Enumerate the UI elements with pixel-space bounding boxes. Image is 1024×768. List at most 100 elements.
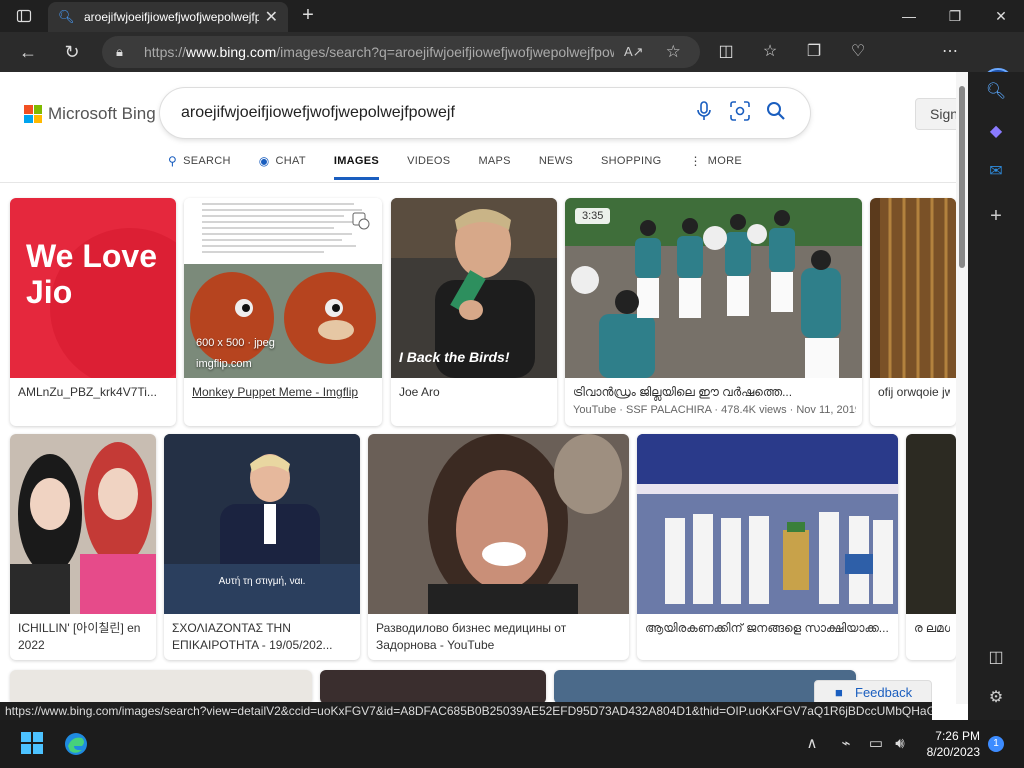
restore-icon[interactable]: ❐ (932, 0, 978, 32)
image-result-card[interactable]: ര ലമഗ (906, 434, 956, 660)
toolbar: ← ↻ 🔒︎ https://www.bing.com/images/searc… (0, 32, 1024, 100)
search-icon[interactable]: 🔍︎ (982, 78, 1010, 106)
result-video-thumbnail[interactable] (368, 434, 629, 614)
result-caption[interactable]: AMLnZu_PBZ_krk4V7Ti... (18, 384, 170, 401)
video-result-card[interactable]: 3:35 ട്രിവാൻഡ്രം ജില്ലയിലെ ഈ വർഷത്തെ... … (565, 198, 862, 426)
result-caption[interactable]: ആയിരകണക്കിന് ജനങ്ങളെ സാക്ഷിയാക്ക... (645, 620, 892, 637)
search-input[interactable]: aroejifwjoeifjiowefjwofjwepolwejfpowejf (181, 104, 686, 122)
collections-icon[interactable]: ❐ (798, 36, 830, 68)
image-result-card[interactable] (320, 670, 546, 704)
video-result-card[interactable]: Αυτή τη στιγμή, ναι. ΣΧΟΛΙΑΖΟΝΤΑΣ ΤΗΝ ΕΠ… (164, 434, 360, 660)
search-submit-icon[interactable] (758, 101, 794, 126)
logo-text: Microsoft Bing (48, 104, 156, 123)
tab-news[interactable]: NEWS (539, 150, 573, 180)
display-icon[interactable]: ▭ (864, 732, 888, 756)
tab-maps[interactable]: MAPS (478, 150, 510, 180)
sidebar-toggle-icon[interactable]: ◫ (982, 644, 1010, 672)
tab-chat[interactable]: ◉ CHAT (259, 150, 306, 180)
video-subtitle: Αυτή τη στιγμή, ναι. (218, 576, 306, 587)
read-aloud-icon[interactable]: A↗ (624, 44, 644, 60)
edge-taskbar-icon[interactable] (64, 732, 88, 756)
bing-logo[interactable]: Microsoft Bing (24, 104, 156, 124)
page-scrollbar[interactable] (956, 72, 968, 704)
scrollbar-thumb[interactable] (959, 86, 965, 268)
close-tab-icon[interactable]: ✕ (265, 7, 278, 27)
result-image[interactable] (10, 434, 156, 614)
outlook-icon[interactable]: ✉ (982, 158, 1010, 186)
result-caption[interactable]: Monkey Puppet Meme - Imgflip (192, 384, 376, 401)
settings-gear-icon[interactable]: ⚙ (982, 684, 1010, 712)
image-result-card[interactable] (554, 670, 856, 704)
volume-icon[interactable]: 🔊︎ (888, 732, 912, 756)
result-image[interactable]: We Love Jio (10, 198, 176, 388)
result-caption[interactable]: ΣΧΟΛΙΑΖΟΝΤΑΣ ΤΗΝ ΕΠΙΚΑΙΡΟΤΗΤΑ - 19/05/20… (172, 620, 354, 654)
more-options-icon[interactable]: ⋯ (934, 36, 966, 68)
url-text[interactable]: https://www.bing.com/images/search?q=aro… (144, 44, 614, 60)
result-caption[interactable]: ICHILLIN' [아이칠린] en 2022 (18, 620, 150, 654)
image-result-card[interactable]: 600 x 500 · jpeg imgflip.com Monkey Pupp… (184, 198, 382, 426)
tab-videos[interactable]: VIDEOS (407, 150, 450, 180)
image-result-card[interactable]: I Back the Birds! Joe Aro (391, 198, 557, 426)
copilot-icon[interactable]: ◆ (982, 118, 1010, 146)
tab-title: aroejifwjoeifjiowefjwofjwepolwejfpowejf (84, 10, 259, 24)
image-dimensions: 600 x 500 · jpeg (196, 337, 275, 349)
image-result-card[interactable]: ആയിരകണക്കിന് ജനങ്ങളെ സാക്ഷിയാക്ക... (637, 434, 898, 660)
video-duration: 3:35 (575, 208, 611, 224)
result-caption[interactable]: ട്രിവാൻഡ്രം ജില്ലയിലെ ഈ വർഷത്തെ... (573, 384, 856, 401)
network-icon[interactable]: ⌁ (834, 732, 858, 756)
visual-search-badge-icon[interactable] (352, 212, 370, 230)
result-image[interactable] (906, 434, 956, 614)
search-favicon-icon: 🔍︎ (58, 9, 75, 24)
clock-time: 7:26 PM (935, 729, 980, 743)
active-tab[interactable]: 🔍︎ aroejifwjoeifjiowefjwofjwepolwejfpowe… (48, 2, 288, 32)
lock-icon[interactable]: 🔒︎ (116, 44, 132, 60)
tab-search[interactable]: ⚲ SEARCH (168, 150, 231, 180)
result-video-thumbnail[interactable]: 3:35 (565, 198, 862, 378)
taskbar: ∧ ⌁ ▭ 🔊︎ (0, 720, 1024, 768)
refresh-icon[interactable]: ↻ (56, 36, 88, 68)
favorite-star-icon[interactable]: ☆ (666, 42, 681, 62)
result-caption[interactable]: ര ലമഗ (914, 620, 950, 637)
feedback-icon: ■ (835, 685, 843, 700)
feedback-label: Feedback (855, 685, 913, 700)
search-scope-tabs: ⚲ SEARCH ◉ CHAT IMAGES VIDEOS MAPS NEWS SH… (168, 150, 770, 180)
back-icon[interactable]: ← (12, 36, 44, 68)
favorites-icon[interactable]: ☆ (754, 36, 786, 68)
result-caption[interactable]: ofij orwqoie jw (878, 384, 950, 401)
tab-more[interactable]: ⋮ MORE (689, 150, 742, 180)
search-box[interactable]: aroejifwjoeifjiowefjwofjwepolwejfpowejf (160, 88, 810, 138)
notification-badge[interactable]: 1 (988, 736, 1004, 752)
edge-sidebar: 🔍︎ ◆ ✉ + ◫ ⚙ (968, 72, 1024, 720)
result-video-thumbnail[interactable]: Αυτή τη στιγμή, ναι. (164, 434, 360, 614)
microphone-icon[interactable] (686, 100, 722, 126)
split-screen-icon[interactable]: ◫ (710, 36, 742, 68)
performance-icon[interactable]: ♡ (842, 36, 874, 68)
tab-images[interactable]: IMAGES (333, 150, 380, 180)
feedback-button[interactable]: ■ Feedback (814, 680, 932, 704)
visual-search-icon[interactable] (722, 100, 758, 126)
tab-actions-icon[interactable] (8, 4, 40, 28)
more-vertical-icon: ⋮ (689, 154, 702, 168)
windows-start-icon[interactable] (20, 732, 44, 756)
new-tab-icon[interactable]: + (296, 4, 320, 28)
minimize-icon[interactable]: — (886, 0, 932, 32)
image-result-card[interactable]: ofij orwqoie jw (870, 198, 956, 426)
taskbar-clock[interactable]: 7:26 PM 8/20/2023 (924, 728, 980, 760)
tab-shopping[interactable]: SHOPPING (601, 150, 661, 180)
image-result-card[interactable] (10, 670, 312, 704)
result-image[interactable]: I Back the Birds! (391, 198, 557, 378)
show-hidden-icons-icon[interactable]: ∧ (800, 732, 824, 756)
result-image[interactable] (870, 198, 956, 378)
close-window-icon[interactable]: ✕ (978, 0, 1024, 32)
result-image[interactable]: 600 x 500 · jpeg imgflip.com (184, 198, 382, 378)
video-meta: YouTube · SSF PALACHIRA · 478.4K views ·… (573, 404, 856, 416)
image-result-card[interactable]: ICHILLIN' [아이칠린] en 2022 (10, 434, 156, 660)
video-result-card[interactable]: Разводилово бизнес медицины от Задорнова… (368, 434, 629, 660)
result-image-text: I Back the Birds! (399, 349, 510, 365)
result-image[interactable] (637, 434, 898, 614)
add-icon[interactable]: + (982, 202, 1010, 230)
result-caption[interactable]: Разводилово бизнес медицины от Задорнова… (376, 620, 623, 654)
address-bar[interactable]: 🔒︎ https://www.bing.com/images/search?q=… (102, 36, 700, 68)
image-result-card[interactable]: We Love Jio AMLnZu_PBZ_krk4V7Ti... (10, 198, 176, 426)
result-caption[interactable]: Joe Aro (399, 384, 551, 401)
